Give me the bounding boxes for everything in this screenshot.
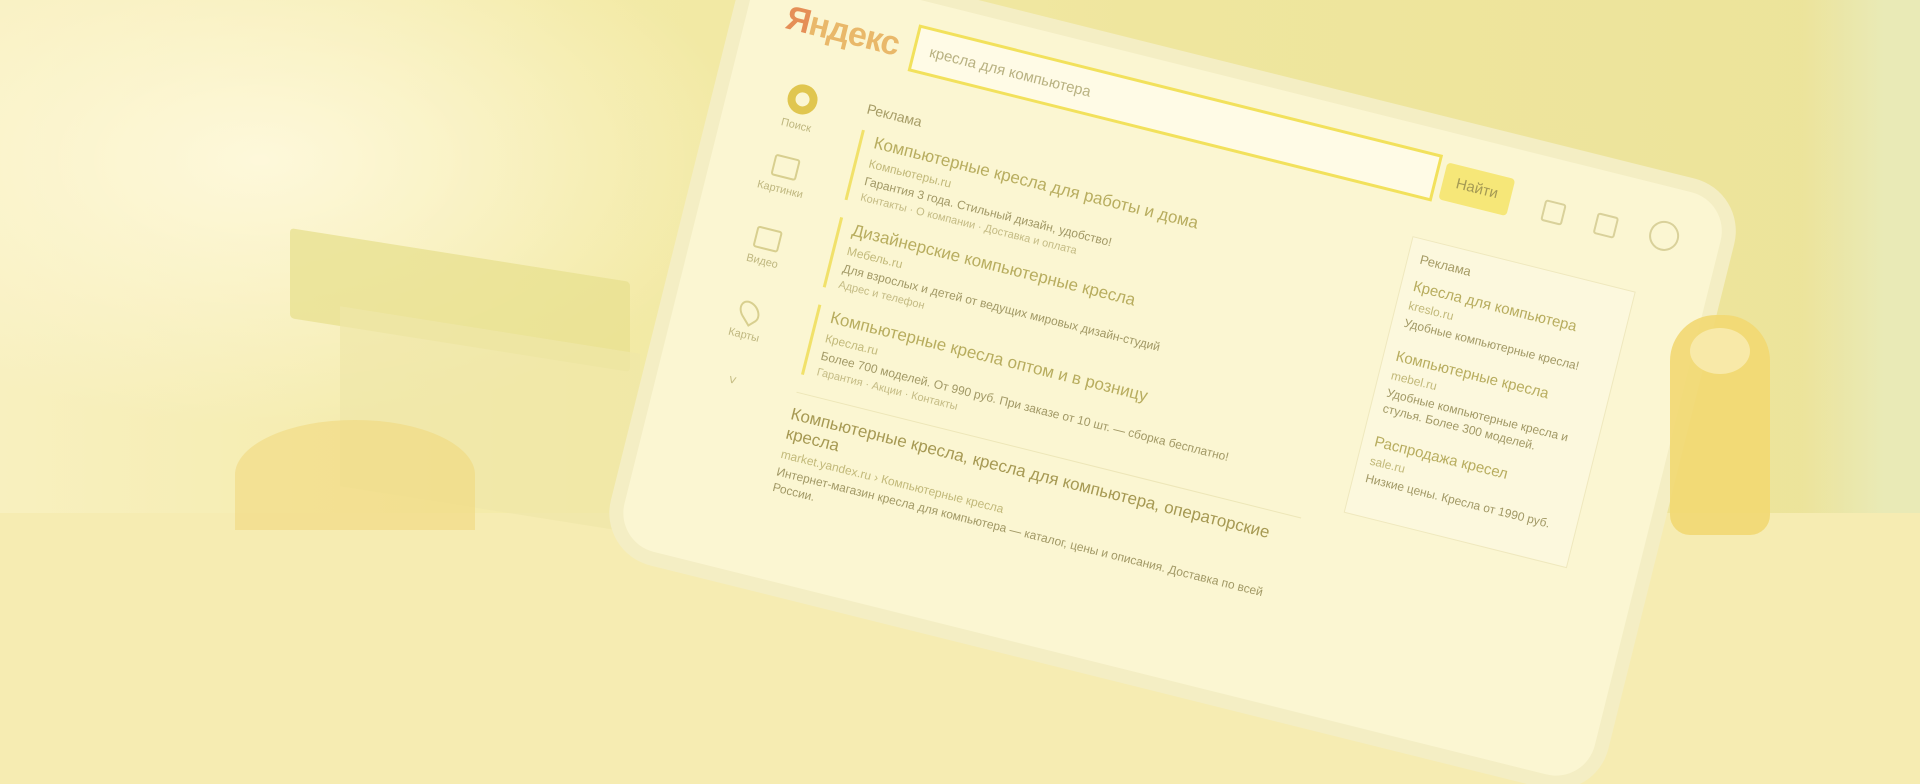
background-edge [1800,0,1920,513]
side-ads: Реклама Кресла для компьютера kreslo.ru … [1343,236,1636,569]
user-avatar-icon[interactable] [1645,217,1683,255]
search-button[interactable]: Найти [1438,162,1516,217]
yandex-logo[interactable]: Яндекс [782,0,903,64]
search-query: кресла для компьютера [927,44,1093,101]
header-icons [1539,191,1709,265]
search-icon [784,81,821,118]
apps-grid-icon[interactable] [1592,212,1620,239]
search-results: Реклама Компьютерные кресла для работы и… [771,101,1374,621]
background-hand [235,420,475,530]
map-pin-icon [735,297,764,327]
background-thumbnail [1690,328,1750,374]
bell-icon[interactable] [1540,199,1567,226]
